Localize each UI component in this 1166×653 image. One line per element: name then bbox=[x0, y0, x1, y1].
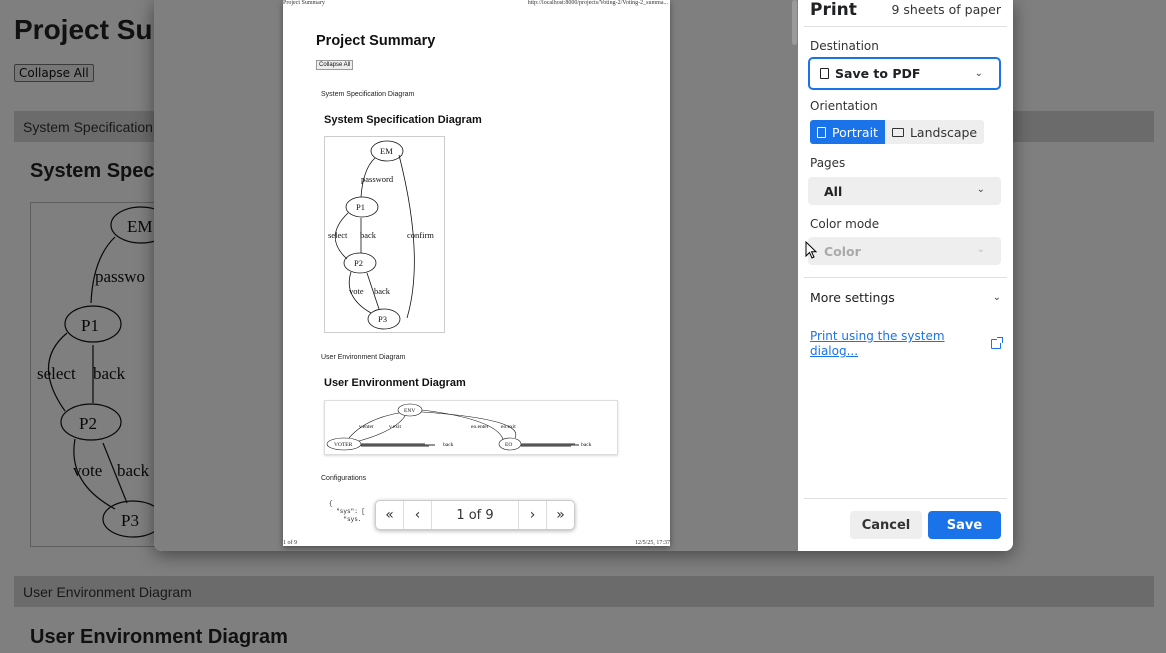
p-edge-confirm-label: confirm bbox=[407, 230, 434, 240]
p-node-p1-label: P1 bbox=[356, 202, 365, 212]
pages-select[interactable]: All ⌄ bbox=[808, 177, 1001, 205]
p-edge-select-label: select bbox=[328, 230, 348, 240]
document-icon bbox=[820, 68, 829, 79]
next-page-button[interactable]: › bbox=[518, 501, 546, 529]
landscape-page-icon bbox=[891, 127, 904, 137]
preview-code-line-2: "sys": [ bbox=[329, 508, 366, 515]
page-header-title: Project Summary bbox=[283, 0, 325, 6]
portrait-option[interactable]: Portrait bbox=[810, 120, 885, 144]
color-mode-select[interactable]: Color ⌄ bbox=[808, 237, 1001, 265]
print-dialog: Project Summary http://localhost:8000/pr… bbox=[154, 0, 1013, 551]
page-footer-pagenum: 1 of 9 bbox=[283, 540, 297, 546]
page-footer-date: 12/5/25, 17:37 bbox=[634, 540, 670, 546]
p2-edge-eo-enter-label: eo.enter bbox=[471, 424, 489, 430]
chevron-down-icon: ⌄ bbox=[974, 68, 983, 79]
p2-edge-eo-exit-label: eo.exit bbox=[501, 424, 516, 430]
preview-system-spec-diagram: EM password P1 select back confirm P2 vo… bbox=[324, 136, 445, 333]
page-header-url: http://localhost:8000/projects/Voting-2/… bbox=[527, 0, 668, 6]
p2-node-env-label: ENV bbox=[404, 408, 415, 414]
p-edge-back-2-label: back bbox=[374, 286, 391, 296]
page-navigator: « ‹ 1 of 9 › » bbox=[375, 500, 575, 530]
portrait-page-icon bbox=[817, 126, 826, 138]
color-mode-value: Color bbox=[824, 243, 861, 259]
more-settings-toggle[interactable]: More settings bbox=[810, 290, 895, 305]
print-settings-panel: Print 9 sheets of paper Destination Save… bbox=[798, 0, 1013, 551]
last-page-button[interactable]: » bbox=[546, 501, 574, 529]
preview-user-env-diagram: ENV v.enter v.exit eo.enter eo.exit VOTE… bbox=[324, 400, 618, 455]
p2-node-eo-label: EO bbox=[505, 442, 512, 448]
cancel-button[interactable]: Cancel bbox=[850, 511, 922, 539]
preview-page: Project Summary http://localhost:8000/pr… bbox=[283, 0, 670, 546]
preview-configurations: Configurations bbox=[321, 475, 367, 482]
divider bbox=[804, 498, 1007, 499]
landscape-option[interactable]: Landscape bbox=[884, 120, 985, 144]
divider bbox=[804, 26, 1007, 27]
destination-label: Destination bbox=[810, 39, 879, 53]
p-node-p3-label: P3 bbox=[378, 314, 387, 324]
print-preview-area[interactable]: Project Summary http://localhost:8000/pr… bbox=[154, 0, 798, 551]
p2-voter-back-label: back bbox=[443, 442, 454, 448]
open-external-icon[interactable] bbox=[991, 337, 1003, 349]
color-mode-label: Color mode bbox=[810, 217, 880, 231]
preview-section1-small: System Specification Diagram bbox=[321, 91, 415, 98]
system-dialog-link[interactable]: Print using the system dialog... bbox=[810, 329, 970, 359]
print-title: Print bbox=[810, 0, 857, 20]
first-page-button[interactable]: « bbox=[376, 501, 404, 529]
landscape-label: Landscape bbox=[909, 124, 978, 140]
destination-value: Save to PDF bbox=[835, 66, 921, 81]
p-edge-back-1-label: back bbox=[360, 230, 377, 240]
divider bbox=[804, 277, 1007, 278]
chevron-down-icon: ⌄ bbox=[976, 184, 985, 195]
preview-code-line-3: "sys. bbox=[329, 516, 362, 523]
preview-scrollbar[interactable] bbox=[792, 0, 797, 45]
p-edge-vote-label: vote bbox=[349, 286, 364, 296]
p-edge-password-label: password bbox=[361, 174, 394, 184]
pages-value: All bbox=[824, 183, 843, 199]
p-node-em-label: EM bbox=[380, 146, 393, 156]
preview-collapse-all: Collapse All bbox=[316, 60, 354, 70]
p-node-p2-label: P2 bbox=[354, 258, 363, 268]
preview-section2-small: User Environment Diagram bbox=[321, 354, 406, 361]
page-indicator[interactable]: 1 of 9 bbox=[432, 501, 518, 529]
save-button[interactable]: Save bbox=[928, 511, 1001, 539]
previous-page-button[interactable]: ‹ bbox=[404, 501, 432, 529]
p2-eo-self-edges bbox=[521, 443, 579, 447]
p2-eo-back-label: back bbox=[581, 442, 592, 448]
sheet-count: 9 sheets of paper bbox=[891, 2, 1001, 17]
chevron-down-icon: ⌄ bbox=[976, 244, 985, 255]
p2-voter-self-edges bbox=[361, 443, 435, 447]
destination-select[interactable]: Save to PDF ⌄ bbox=[808, 57, 1001, 90]
p2-edge-exit-label: v.exit bbox=[389, 424, 401, 430]
p2-edge-eo-enter bbox=[421, 409, 504, 440]
orientation-toggle: Portrait Landscape bbox=[810, 120, 985, 144]
p2-node-voter-label: VOTER bbox=[334, 442, 353, 448]
portrait-label: Portrait bbox=[832, 124, 878, 140]
preview-code-line-1: { bbox=[329, 500, 333, 507]
pages-label: Pages bbox=[810, 156, 846, 170]
preview-section1-heading: System Specification Diagram bbox=[324, 114, 482, 126]
preview-section2-heading: User Environment Diagram bbox=[324, 377, 466, 389]
mouse-cursor-icon bbox=[805, 241, 818, 259]
orientation-label: Orientation bbox=[810, 99, 878, 113]
chevron-down-icon[interactable]: ⌄ bbox=[993, 292, 1001, 303]
preview-title: Project Summary bbox=[316, 33, 436, 49]
p2-edge-enter-label: v.enter bbox=[359, 424, 374, 430]
